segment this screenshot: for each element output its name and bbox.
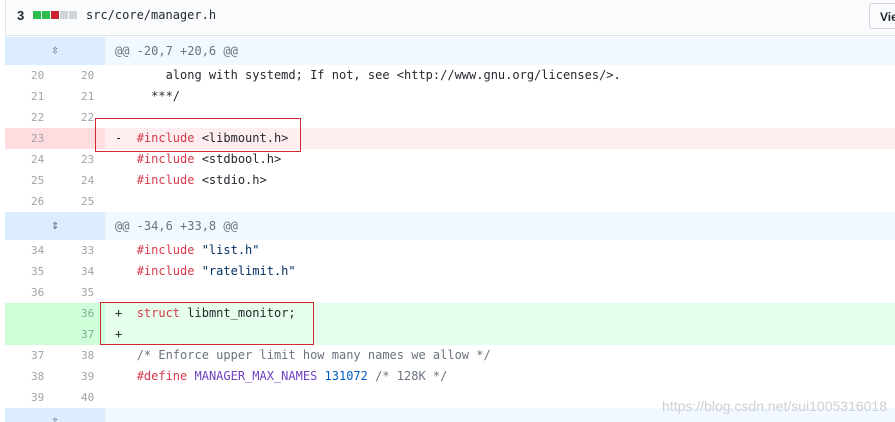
old-line-number[interactable]: 25 — [5, 170, 55, 191]
new-line-number[interactable]: 36 — [55, 303, 105, 324]
context-line: 24 23 #include <stdbool.h> — [5, 149, 895, 170]
diff-sign — [115, 68, 137, 82]
watermark: https://blog.csdn.net/sui1005316018 — [662, 398, 887, 414]
diff-sign — [115, 369, 137, 383]
line-code: ***/ — [105, 86, 895, 107]
number-literal: 131072 — [317, 369, 368, 383]
comment: /* Enforce upper limit how many names we… — [136, 348, 491, 362]
string-literal: "list.h" — [194, 243, 260, 257]
code-text: <stdbool.h> — [194, 152, 282, 166]
keyword: #include — [136, 264, 195, 278]
diff-sign — [115, 173, 137, 187]
diff-sign — [115, 89, 137, 103]
old-line-number[interactable]: 23 — [5, 128, 55, 149]
new-line-number[interactable]: 21 — [55, 86, 105, 107]
new-line-number[interactable]: 38 — [55, 345, 105, 366]
line-code: #include <stdbool.h> — [105, 149, 895, 170]
highlight-box-added — [100, 302, 314, 345]
old-line-number[interactable]: 37 — [5, 345, 55, 366]
new-line-number[interactable]: 40 — [55, 387, 105, 408]
line-code: #define MANAGER_MAX_NAMES 131072 /* 128K… — [105, 366, 895, 387]
comment: /* 128K */ — [367, 369, 448, 383]
old-line-number[interactable]: 35 — [5, 261, 55, 282]
context-line: 21 21 ***/ — [5, 86, 895, 107]
expand-icon[interactable]: ⇳ — [5, 37, 105, 65]
old-line-number[interactable] — [5, 303, 55, 324]
new-line-number[interactable]: 33 — [55, 240, 105, 261]
hunk-range: @@ -34,6 +33,8 @@ — [115, 219, 238, 233]
context-line: 37 38 /* Enforce upper limit how many nam… — [5, 345, 895, 366]
expand-icon[interactable]: ⇳ — [5, 408, 105, 422]
view-button[interactable]: View — [869, 3, 895, 29]
old-line-number[interactable] — [5, 324, 55, 345]
diffstat-block — [51, 11, 59, 19]
hunk-range: @@ -20,7 +20,6 @@ — [115, 44, 238, 58]
context-line: 36 35 — [5, 282, 895, 303]
code-text: ***/ — [136, 89, 181, 103]
new-line-number[interactable]: 37 — [55, 324, 105, 345]
string-literal: "ratelimit.h" — [194, 264, 296, 278]
context-line: 34 33 #include "list.h" — [5, 240, 895, 261]
macro-name: MANAGER_MAX_NAMES — [187, 369, 318, 383]
file-path[interactable]: src/core/manager.h — [86, 8, 216, 22]
old-line-number[interactable]: 26 — [5, 191, 55, 212]
hunk-header: ⇕ @@ -34,6 +33,8 @@ — [5, 212, 895, 240]
context-line: 25 24 #include <stdio.h> — [5, 170, 895, 191]
old-line-number[interactable]: 39 — [5, 387, 55, 408]
change-count: 3 — [17, 8, 25, 23]
diffstat-block — [42, 11, 50, 19]
expand-both-icon[interactable]: ⇕ — [5, 212, 105, 240]
keyword: #include — [136, 152, 195, 166]
keyword: #include — [136, 243, 195, 257]
file-header: 3 src/core/manager.h View — [5, 0, 895, 36]
line-code: along with systemd; If not, see <http://… — [105, 65, 895, 86]
diff-sign — [115, 348, 137, 362]
code-text: along with systemd; If not, see <http://… — [136, 68, 621, 82]
line-code — [105, 191, 895, 212]
new-line-number[interactable]: 24 — [55, 170, 105, 191]
line-code: #include <stdio.h> — [105, 170, 895, 191]
context-line: 20 20 along with systemd; If not, see <ht… — [5, 65, 895, 86]
context-line: 38 39 #define MANAGER_MAX_NAMES 131072 /*… — [5, 366, 895, 387]
line-code: #include "ratelimit.h" — [105, 261, 895, 282]
new-line-number[interactable]: 25 — [55, 191, 105, 212]
old-line-number[interactable]: 38 — [5, 366, 55, 387]
diff-sign — [115, 390, 137, 404]
diffstat — [33, 11, 78, 19]
context-line: 26 25 — [5, 191, 895, 212]
old-line-number[interactable]: 21 — [5, 86, 55, 107]
keyword: #define — [136, 369, 188, 383]
old-line-number[interactable]: 36 — [5, 282, 55, 303]
line-code: /* Enforce upper limit how many names we… — [105, 345, 895, 366]
line-code: #include "list.h" — [105, 240, 895, 261]
new-line-number[interactable]: 34 — [55, 261, 105, 282]
old-line-number[interactable]: 22 — [5, 107, 55, 128]
diff-sign — [115, 194, 137, 208]
diffstat-block — [60, 11, 68, 19]
new-line-number[interactable]: 39 — [55, 366, 105, 387]
keyword: #include — [136, 173, 195, 187]
diffstat-block — [33, 11, 41, 19]
highlight-box-removed — [95, 118, 301, 152]
code-text: <stdio.h> — [194, 173, 267, 187]
new-line-number[interactable]: 35 — [55, 282, 105, 303]
new-line-number[interactable]: 20 — [55, 65, 105, 86]
diff-table: ⇳ @@ -20,7 +20,6 @@ 20 20 along with system… — [5, 37, 895, 422]
new-line-number[interactable]: 23 — [55, 149, 105, 170]
diff-sign — [115, 264, 137, 278]
diff-sign — [115, 285, 137, 299]
old-line-number[interactable]: 20 — [5, 65, 55, 86]
old-line-number[interactable]: 24 — [5, 149, 55, 170]
line-code — [105, 282, 895, 303]
hunk-header: ⇳ @@ -20,7 +20,6 @@ — [5, 37, 895, 65]
diff-sign — [115, 243, 137, 257]
old-line-number[interactable]: 34 — [5, 240, 55, 261]
diff-sign — [115, 152, 137, 166]
context-line: 35 34 #include "ratelimit.h" — [5, 261, 895, 282]
diffstat-block — [69, 11, 77, 19]
